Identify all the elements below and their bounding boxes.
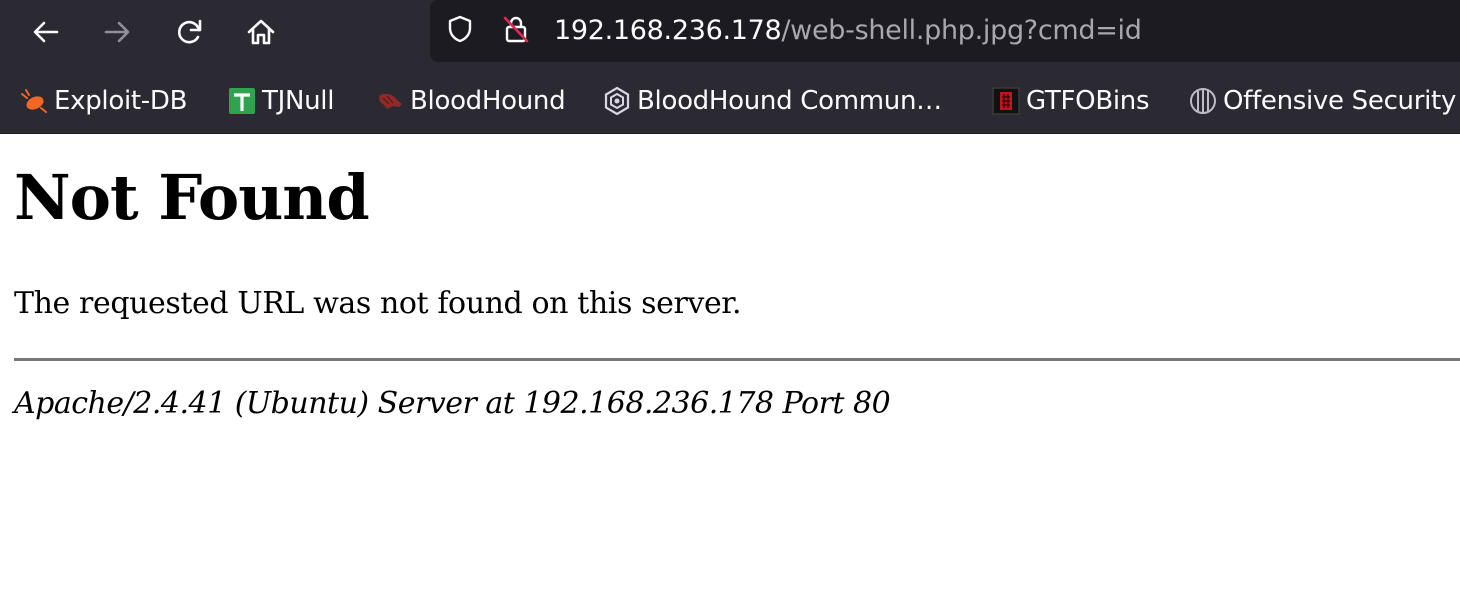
divider bbox=[14, 358, 1460, 361]
home-button[interactable] bbox=[241, 12, 281, 52]
insecure-lock-icon bbox=[500, 13, 532, 49]
bookmark-label: Offensive Security bbox=[1223, 86, 1457, 116]
exploit-db-icon bbox=[18, 85, 50, 117]
tjnull-icon bbox=[226, 85, 258, 117]
bookmark-exploit-db[interactable]: Exploit-DB bbox=[18, 84, 187, 118]
page-title: Not Found bbox=[14, 161, 370, 234]
reload-icon bbox=[174, 16, 206, 48]
page-content: Not Found The requested URL was not foun… bbox=[0, 134, 1460, 598]
arrow-left-icon bbox=[30, 16, 62, 48]
arrow-right-icon bbox=[101, 16, 133, 48]
browser-chrome: 192.168.236.178/web-shell.php.jpg?cmd=id… bbox=[0, 0, 1460, 134]
navigation-toolbar: 192.168.236.178/web-shell.php.jpg?cmd=id bbox=[0, 0, 1460, 64]
url-bar[interactable]: 192.168.236.178/web-shell.php.jpg?cmd=id bbox=[430, 0, 1460, 62]
forward-button[interactable] bbox=[97, 12, 137, 52]
back-button[interactable] bbox=[26, 12, 66, 52]
bookmark-label: BloodHound bbox=[410, 86, 566, 116]
server-signature: Apache/2.4.41 (Ubuntu) Server at 192.168… bbox=[14, 386, 891, 421]
url-text[interactable]: 192.168.236.178/web-shell.php.jpg?cmd=id bbox=[554, 14, 1142, 48]
bookmark-bloodhound[interactable]: BloodHound bbox=[374, 84, 566, 118]
bookmark-gtfobins[interactable]: GTFOBins bbox=[990, 84, 1150, 118]
site-info-button[interactable] bbox=[500, 15, 532, 47]
home-icon bbox=[245, 16, 277, 48]
bloodhound-icon bbox=[374, 85, 406, 117]
shield-icon bbox=[444, 13, 476, 49]
gtfobins-icon bbox=[990, 85, 1022, 117]
bookmark-label: GTFOBins bbox=[1026, 86, 1150, 116]
url-host: 192.168.236.178 bbox=[554, 15, 782, 46]
url-path: /web-shell.php.jpg?cmd=id bbox=[781, 15, 1142, 46]
tracking-protection-button[interactable] bbox=[444, 15, 476, 47]
bloodhound-community-icon bbox=[601, 85, 633, 117]
bookmark-bloodhound-community[interactable]: BloodHound Commun… bbox=[601, 84, 942, 118]
bookmarks-toolbar: Exploit-DB TJNull BloodHound BloodHound … bbox=[0, 70, 1460, 132]
reload-button[interactable] bbox=[170, 12, 210, 52]
bookmark-offensive-security[interactable]: Offensive Security bbox=[1187, 84, 1456, 118]
bookmark-label: TJNull bbox=[262, 86, 335, 116]
bookmark-label: Exploit-DB bbox=[54, 86, 188, 116]
bookmark-tjnull[interactable]: TJNull bbox=[226, 84, 334, 118]
bookmark-label: BloodHound Commun… bbox=[637, 86, 942, 116]
offensive-security-icon bbox=[1187, 85, 1219, 117]
error-message: The requested URL was not found on this … bbox=[14, 286, 742, 321]
